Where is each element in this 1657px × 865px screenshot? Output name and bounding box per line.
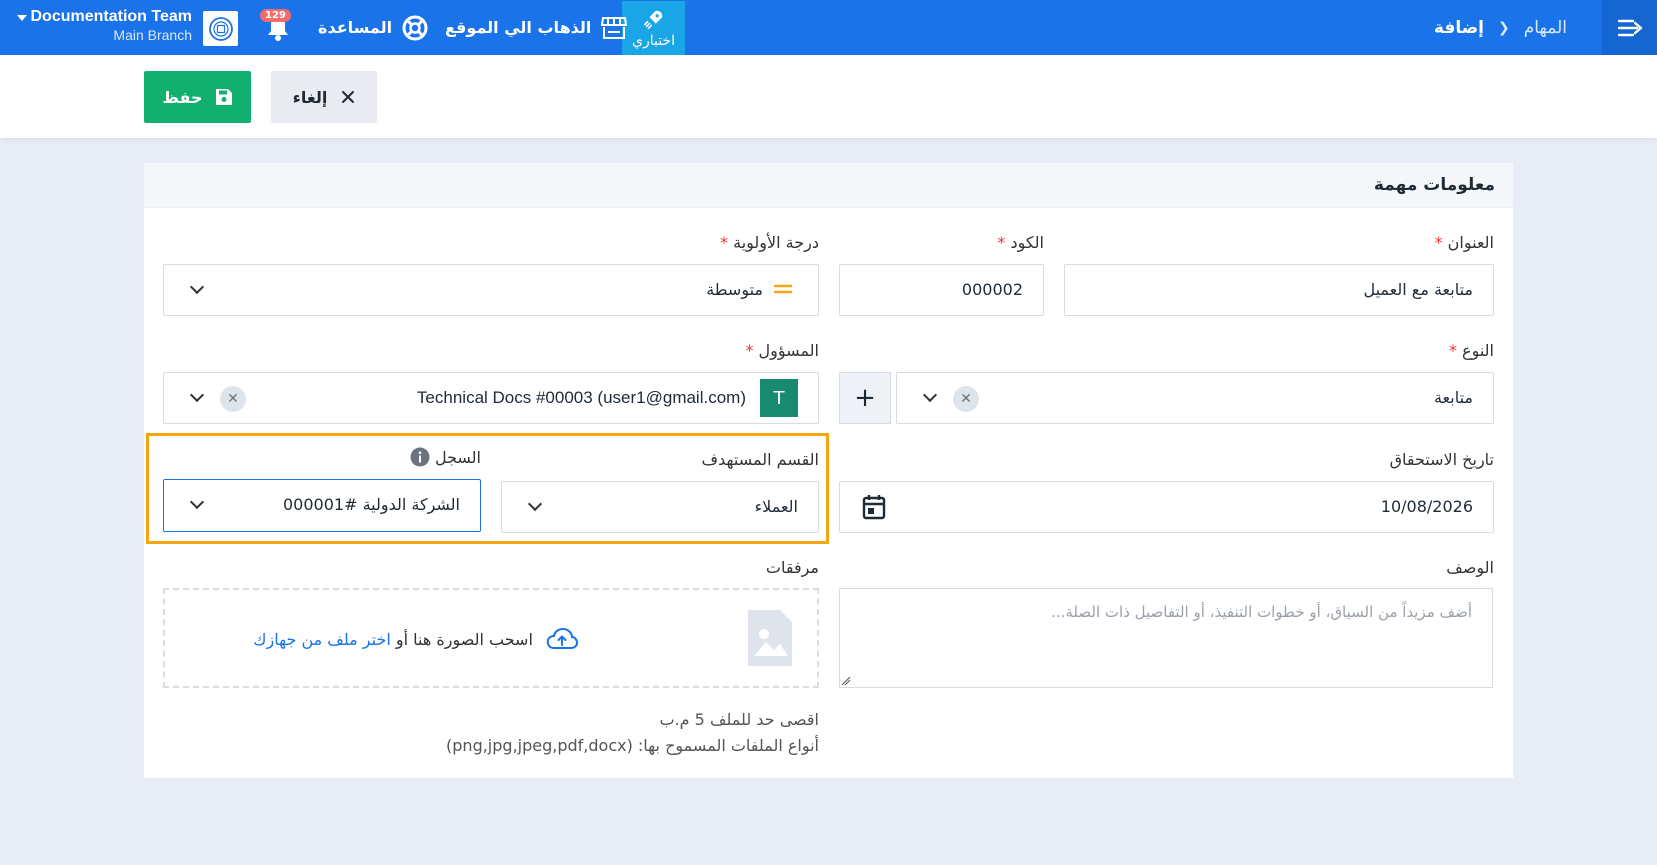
type-select[interactable]: متابعة ✕ [896, 372, 1494, 424]
chevron-down-icon [189, 279, 205, 295]
chevron-down-icon [922, 387, 938, 403]
clear-assignee-button[interactable]: ✕ [220, 386, 246, 412]
title-input[interactable]: متابعة مع العميل [1064, 264, 1494, 316]
dropzone-instruction: اسحب الصورة هنا أو [395, 630, 533, 649]
cloud-upload-icon [546, 627, 579, 649]
description-label: الوصف [1446, 558, 1494, 577]
help-link[interactable]: المساعدة [318, 0, 428, 55]
notifications-badge: 129 [260, 9, 291, 22]
attachments-label: مرفقات [765, 558, 819, 577]
demo-mode-button[interactable]: اختباري [622, 1, 685, 55]
demo-mode-label: اختباري [632, 32, 675, 49]
go-to-site-label: الذهاب الي الموقع [445, 18, 592, 37]
due-date-input[interactable]: 10/08/2026 [839, 481, 1494, 533]
due-date-label: تاريخ الاستحقاق [1389, 450, 1494, 469]
file-types-hint: أنواع الملفات المسموح بها: (png,jpg,jpeg… [446, 736, 819, 755]
plus-icon: + [854, 383, 876, 413]
max-size-hint: اقصى حد للملف 5 م.ب [659, 710, 819, 729]
priority-label: درجة الأولوية * [720, 233, 819, 252]
type-label: النوع * [1448, 341, 1494, 360]
chevron-down-icon [189, 387, 205, 403]
record-label: السجل [434, 448, 481, 467]
go-to-site-link[interactable]: الذهاب الي الموقع [445, 0, 628, 55]
floppy-disk-icon [215, 89, 232, 105]
save-label: حفظ [162, 87, 203, 107]
info-icon[interactable] [410, 447, 430, 467]
menu-toggle-button[interactable] [1602, 0, 1657, 55]
branch-logo [203, 11, 238, 46]
equals-priority-icon [774, 284, 792, 294]
record-select[interactable]: الشركة الدولية #000001 [163, 479, 481, 532]
help-label: المساعدة [318, 18, 393, 37]
priority-select[interactable]: متوسطة [163, 264, 819, 316]
cancel-button[interactable]: إلغاء [271, 71, 377, 123]
assignee-select[interactable]: T Technical Docs #00003 (user1@gmail.com… [163, 372, 819, 424]
clear-type-button[interactable]: ✕ [953, 386, 979, 412]
attachments-dropzone[interactable]: اسحب الصورة هنا أو اختر ملف من جهازك [163, 588, 819, 688]
choose-file-link[interactable]: اختر ملف من جهازك [253, 630, 390, 649]
save-button[interactable]: حفظ [144, 71, 251, 123]
close-icon [342, 91, 355, 103]
cancel-label: إلغاء [292, 87, 328, 107]
action-bar: حفظ إلغاء [0, 55, 1657, 138]
add-type-button[interactable]: + [839, 372, 891, 424]
target-department-select[interactable]: العملاء [501, 481, 819, 533]
chevron-down-icon [527, 496, 543, 512]
code-input[interactable]: 000002 [839, 264, 1044, 316]
chevron-down-icon [189, 494, 205, 510]
breadcrumb-current: إضافة [1433, 17, 1484, 38]
breadcrumb: المهام ❯ إضافة [1434, 0, 1567, 55]
title-label: العنوان * [1434, 233, 1494, 252]
rocket-icon [643, 10, 662, 29]
assignee-label: المسؤول * [745, 341, 819, 360]
assignee-avatar: T [760, 379, 798, 417]
resize-handle-icon[interactable] [841, 676, 851, 686]
top-bar: المهام ❯ إضافة اختباري الذهاب الي الموقع… [0, 0, 1657, 55]
description-textarea[interactable]: أضف مزيداً من السياق، أو خطوات التنفيذ، … [839, 588, 1493, 688]
dropzone-text: اسحب الصورة هنا أو اختر ملف من جهازك [253, 627, 579, 650]
chevron-right-icon: ❯ [1497, 19, 1510, 36]
account-name: Documentation Team [30, 8, 193, 25]
card-title: معلومات مهمة [144, 163, 1513, 208]
lifebuoy-icon [402, 15, 428, 40]
account-branch: Main Branch [113, 27, 192, 43]
collapse-menu-icon [1617, 19, 1642, 36]
building-logo-icon [208, 16, 233, 41]
target-department-label: القسم المستهدف [701, 450, 819, 469]
code-label: الكود * [997, 233, 1044, 252]
store-icon [601, 16, 628, 39]
calendar-icon[interactable] [862, 494, 886, 520]
account-switcher[interactable]: Documentation Team Main Branch [16, 8, 193, 43]
breadcrumb-tasks-link[interactable]: المهام [1524, 18, 1567, 38]
image-placeholder-icon [748, 610, 792, 666]
